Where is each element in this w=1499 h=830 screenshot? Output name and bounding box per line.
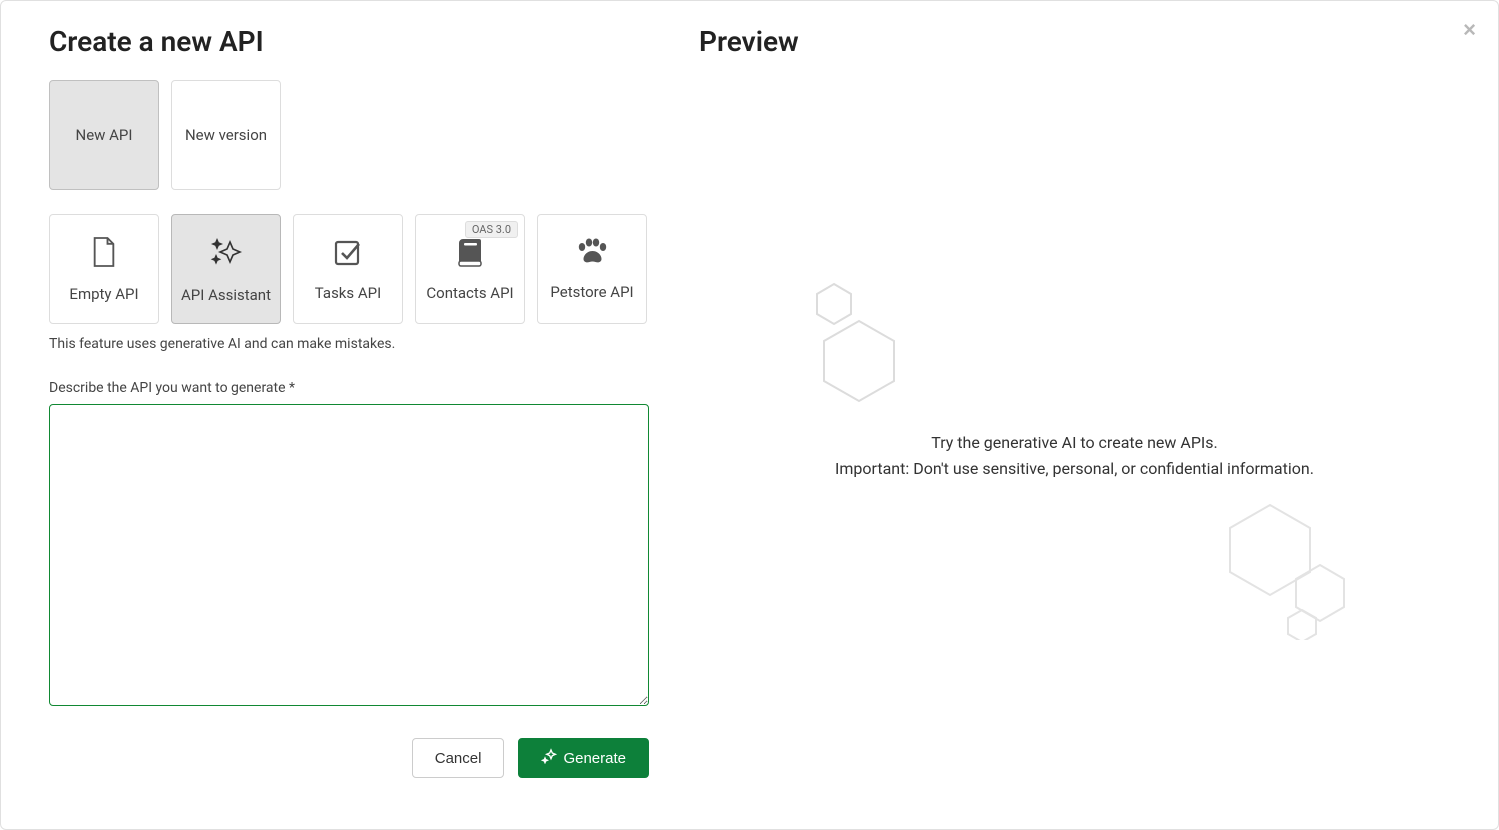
ai-hint: This feature uses generative AI and can …: [49, 336, 649, 352]
preview-text: Try the generative AI to create new APIs…: [699, 430, 1450, 481]
generate-button-label: Generate: [563, 750, 626, 767]
sparkle-small-icon: [541, 748, 557, 768]
close-icon: ×: [1463, 17, 1476, 42]
hexagon-decoration-icon: [799, 276, 909, 410]
footer-buttons: Cancel Generate: [49, 738, 649, 778]
book-icon: [455, 236, 485, 272]
oas-badge: OAS 3.0: [465, 221, 518, 238]
template-tasks-api-label: Tasks API: [315, 284, 381, 302]
template-api-assistant-label: API Assistant: [181, 286, 271, 304]
left-title: Create a new API: [49, 25, 649, 58]
template-empty-api-label: Empty API: [69, 285, 138, 303]
template-cards: Empty API API Assistant: [49, 214, 649, 324]
template-petstore-api[interactable]: Petstore API: [537, 214, 647, 324]
template-tasks-api[interactable]: Tasks API: [293, 214, 403, 324]
preview-line-2: Important: Don't use sensitive, personal…: [699, 456, 1450, 482]
cancel-button[interactable]: Cancel: [412, 738, 505, 778]
tab-new-api-label: New API: [76, 126, 133, 144]
template-petstore-api-label: Petstore API: [550, 283, 633, 301]
template-api-assistant[interactable]: API Assistant: [171, 214, 281, 324]
generate-button[interactable]: Generate: [518, 738, 649, 778]
close-button[interactable]: ×: [1463, 19, 1476, 41]
sparkle-icon: [208, 234, 244, 274]
tab-new-version-label: New version: [185, 126, 267, 144]
right-title: Preview: [699, 25, 1450, 58]
paw-icon: [575, 237, 609, 271]
template-contacts-api-label: Contacts API: [426, 284, 513, 302]
template-empty-api[interactable]: Empty API: [49, 214, 159, 324]
template-contacts-api[interactable]: OAS 3.0 Contacts API: [415, 214, 525, 324]
right-panel: Preview Try the generative AI to create …: [649, 25, 1450, 789]
preview-area: Try the generative AI to create new APIs…: [699, 80, 1450, 789]
mode-tabs: New API New version: [49, 80, 649, 190]
tab-new-version[interactable]: New version: [171, 80, 281, 190]
preview-line-1: Try the generative AI to create new APIs…: [699, 430, 1450, 456]
document-icon: [90, 235, 118, 273]
describe-textarea[interactable]: [49, 404, 649, 706]
tab-new-api[interactable]: New API: [49, 80, 159, 190]
hexagon-decoration-icon: [1220, 500, 1360, 644]
left-panel: Create a new API New API New version Emp…: [49, 25, 649, 789]
checkbox-icon: [332, 236, 364, 272]
describe-label: Describe the API you want to generate *: [49, 380, 649, 396]
create-api-modal: × Create a new API New API New version: [0, 0, 1499, 830]
cancel-button-label: Cancel: [435, 750, 482, 767]
